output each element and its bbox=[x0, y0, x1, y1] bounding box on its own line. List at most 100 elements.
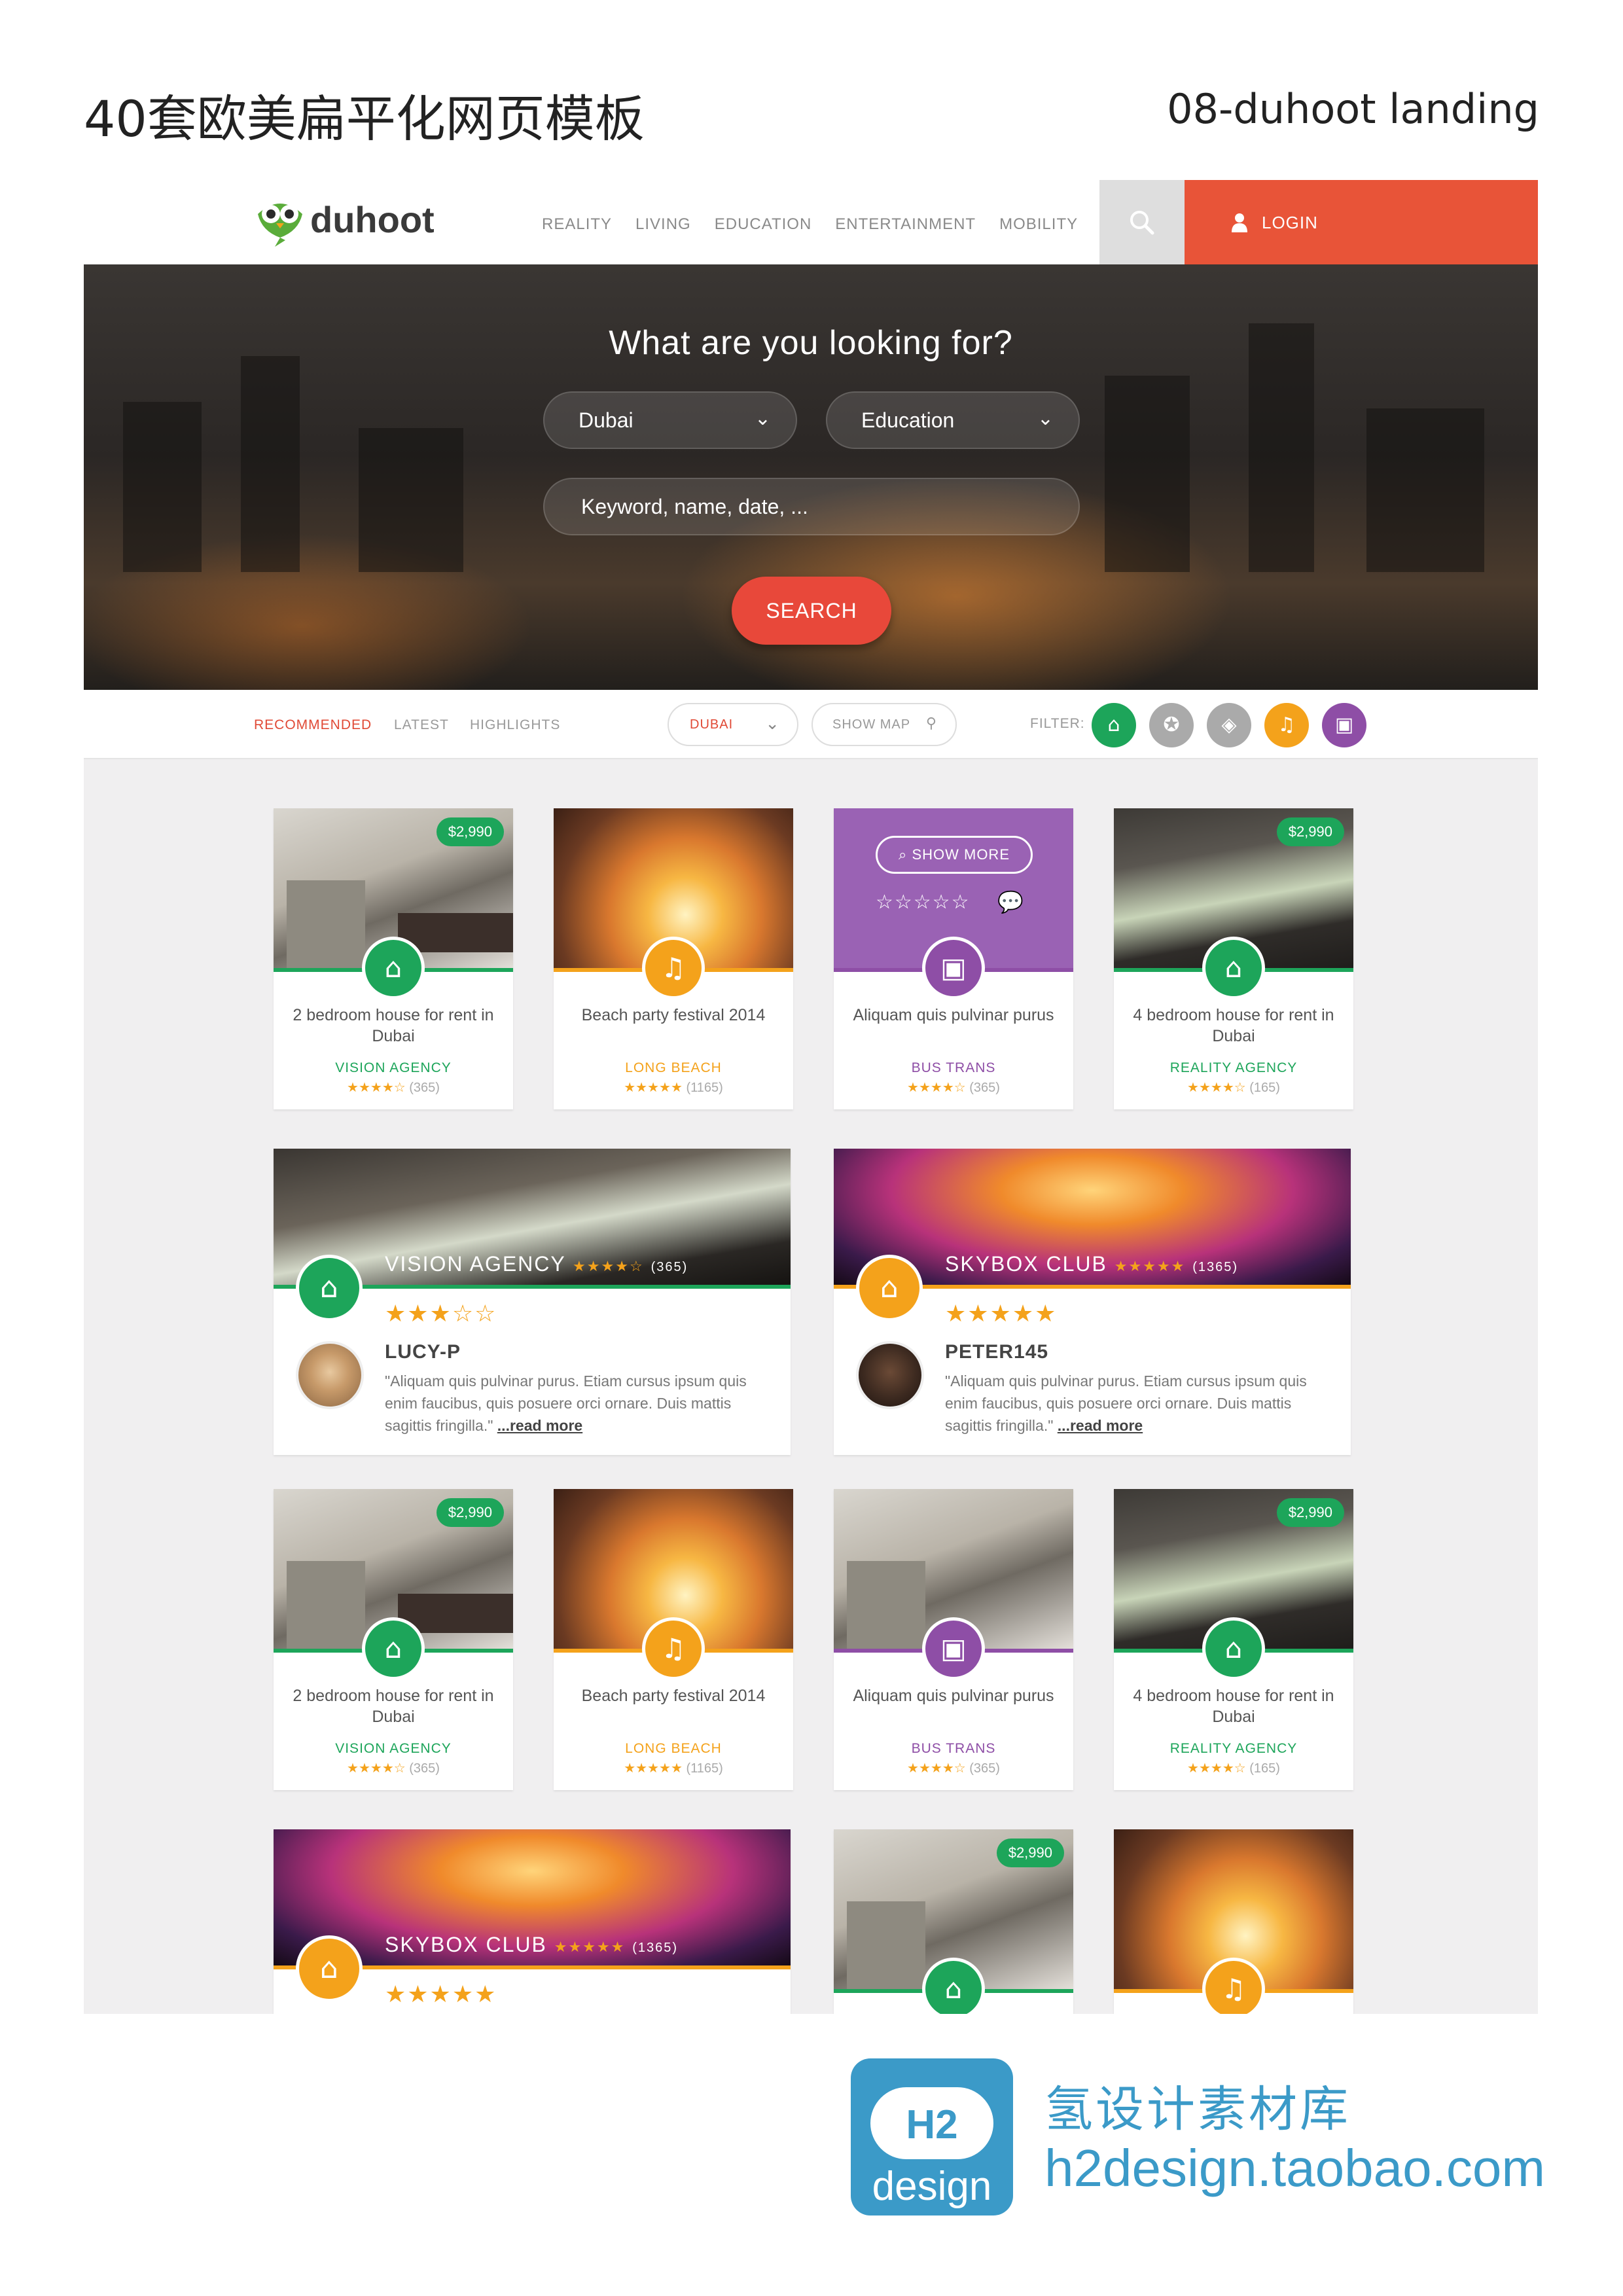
read-more-link[interactable]: ...read more bbox=[1058, 1417, 1143, 1434]
listing-card[interactable]: $2,990 ⌂ 4 bedroom house for rent in Dub… bbox=[1114, 1489, 1353, 1790]
card-agency[interactable]: VISION AGENCY bbox=[274, 1060, 513, 1076]
graduation-cap-icon: ◈ bbox=[1221, 713, 1237, 736]
login-label: LOGIN bbox=[1262, 213, 1318, 232]
listing-card[interactable]: ⌕ SHOW MORE ☆☆☆☆☆ 💬 ▣ Aliquam quis pulvi… bbox=[834, 808, 1073, 1109]
card-agency[interactable]: LONG BEACH bbox=[554, 1741, 793, 1757]
city-filter-value: DUBAI bbox=[690, 717, 734, 732]
rate-stars-icon[interactable]: ☆☆☆☆☆ bbox=[876, 891, 970, 914]
review-stars-icon: ★★★★★ bbox=[385, 1981, 497, 2008]
menu-item-education[interactable]: EDUCATION bbox=[715, 215, 812, 234]
listing-card[interactable]: $2,990 ⌂ 2 bedroom house for rent in Dub… bbox=[274, 1489, 513, 1790]
home-icon: ⌂ bbox=[296, 1255, 363, 1321]
show-more-button[interactable]: ⌕ SHOW MORE bbox=[876, 836, 1033, 874]
card-agency[interactable]: REALITY AGENCY bbox=[1114, 1741, 1353, 1757]
tab-highlights[interactable]: HIGHLIGHTS bbox=[470, 717, 560, 733]
tab-latest[interactable]: LATEST bbox=[394, 717, 449, 733]
star-rating-icon: ★★★★☆ bbox=[347, 1761, 406, 1776]
star-rating-icon: ★★★★★ bbox=[624, 1761, 683, 1776]
logo-h2-text: H2 bbox=[906, 2102, 958, 2147]
card-title[interactable]: Aliquam quis pulvinar purus bbox=[844, 1685, 1063, 1706]
listing-card[interactable]: ♫ bbox=[1114, 1829, 1353, 2014]
review-agency-name-text: SKYBOX CLUB bbox=[945, 1252, 1107, 1276]
category-select[interactable]: Education ⌄ bbox=[826, 391, 1080, 449]
listing-card[interactable]: $2,990 ⌂ 2 bedroom house for rent in Dub… bbox=[274, 808, 513, 1109]
chevron-down-icon: ⌄ bbox=[754, 408, 771, 429]
card-rating: ★★★★☆ (365) bbox=[834, 1079, 1073, 1096]
menu-item-living[interactable]: LIVING bbox=[635, 215, 691, 234]
card-title[interactable]: 4 bedroom house for rent in Dubai bbox=[1124, 1005, 1343, 1047]
logo-text[interactable]: duhoot bbox=[310, 198, 435, 241]
brand-url[interactable]: h2design.taobao.com bbox=[1044, 2138, 1545, 2198]
show-map-label: SHOW MAP bbox=[832, 717, 911, 732]
home-icon: ⌂ bbox=[1202, 1617, 1265, 1680]
star-rating-icon: ★★★★☆ bbox=[1187, 1081, 1246, 1095]
comment-icon[interactable]: 💬 bbox=[997, 889, 1024, 914]
bus-icon: ▣ bbox=[922, 937, 985, 999]
price-badge: $2,990 bbox=[996, 1839, 1064, 1867]
city-select-value: Dubai bbox=[579, 408, 633, 432]
h2design-logo: H2 design bbox=[851, 2058, 1013, 2215]
filter-entertainment-button[interactable]: ♫ bbox=[1264, 703, 1309, 747]
filter-label: FILTER: bbox=[1030, 716, 1085, 731]
search-button[interactable] bbox=[1099, 180, 1185, 264]
rating-count: (165) bbox=[1249, 1081, 1280, 1095]
avatar[interactable] bbox=[856, 1341, 924, 1409]
menu-item-mobility[interactable]: MOBILITY bbox=[999, 215, 1078, 234]
card-title[interactable]: 2 bedroom house for rent in Dubai bbox=[284, 1005, 503, 1047]
listing-card[interactable]: ♫ Beach party festival 2014 LONG BEACH ★… bbox=[554, 808, 793, 1109]
review-card[interactable]: VISION AGENCY ★★★★☆ (365) ⌂ ★★★☆☆ LUCY-P… bbox=[274, 1149, 791, 1455]
skyline-decoration bbox=[241, 356, 300, 572]
hero-search-banner: What are you looking for? Dubai ⌄ Educat… bbox=[84, 264, 1538, 690]
review-username[interactable]: LUCY-P bbox=[385, 1341, 461, 1363]
card-title[interactable]: Beach party festival 2014 bbox=[564, 1685, 783, 1706]
tab-recommended[interactable]: RECOMMENDED bbox=[254, 717, 372, 733]
login-button[interactable]: LOGIN bbox=[1185, 180, 1538, 264]
show-map-button[interactable]: SHOW MAP ⚲ bbox=[812, 703, 957, 746]
filter-education-button[interactable]: ◈ bbox=[1207, 703, 1251, 747]
avatar[interactable] bbox=[296, 1341, 364, 1409]
results-toolbar: RECOMMENDED LATEST HIGHLIGHTS DUBAI ⌄ SH… bbox=[84, 690, 1538, 759]
menu-item-reality[interactable]: REALITY bbox=[542, 215, 612, 234]
hero-title: What are you looking for? bbox=[609, 324, 1013, 362]
brand-watermark: H2 design 氢设计素材库 h2design.taobao.com bbox=[851, 2058, 1623, 2215]
city-filter-select[interactable]: DUBAI ⌄ bbox=[668, 703, 798, 746]
star-rating-icon: ★★★★★ bbox=[1114, 1258, 1186, 1274]
owl-logo-icon[interactable] bbox=[253, 194, 308, 247]
keyword-input[interactable]: Keyword, name, date, ... bbox=[543, 478, 1080, 535]
card-rating: ★★★★☆ (365) bbox=[274, 1760, 513, 1776]
card-agency[interactable]: REALITY AGENCY bbox=[1114, 1060, 1353, 1076]
card-title[interactable]: Beach party festival 2014 bbox=[564, 1005, 783, 1026]
review-agency-name: VISION AGENCY ★★★★☆ (365) bbox=[385, 1252, 688, 1276]
user-icon bbox=[1232, 213, 1247, 232]
listing-card[interactable]: ♫ Beach party festival 2014 LONG BEACH ★… bbox=[554, 1489, 793, 1790]
review-username[interactable]: PETER145 bbox=[945, 1341, 1048, 1363]
card-title[interactable]: 2 bedroom house for rent in Dubai bbox=[284, 1685, 503, 1727]
filter-living-button[interactable]: ✪ bbox=[1149, 703, 1194, 747]
filter-mobility-button[interactable]: ▣ bbox=[1322, 703, 1366, 747]
card-agency[interactable]: BUS TRANS bbox=[834, 1060, 1073, 1076]
read-more-link[interactable]: ...read more bbox=[497, 1417, 582, 1434]
card-rating: ★★★★☆ (365) bbox=[274, 1079, 513, 1096]
city-select[interactable]: Dubai ⌄ bbox=[543, 391, 797, 449]
house-photo-detail bbox=[287, 880, 365, 972]
filter-reality-button[interactable]: ⌂ bbox=[1092, 703, 1136, 747]
review-card[interactable]: SKYBOX CLUB ★★★★★ (1365) ⌂ ★★★★★ PETER14… bbox=[834, 1149, 1351, 1455]
star-rating-icon: ★★★★☆ bbox=[907, 1081, 966, 1095]
review-card[interactable]: SKYBOX CLUB ★★★★★ (1365) ⌂ ★★★★★ bbox=[274, 1829, 791, 2014]
card-agency[interactable]: LONG BEACH bbox=[554, 1060, 793, 1076]
listing-card[interactable]: $2,990 ⌂ bbox=[834, 1829, 1073, 2014]
menu-item-entertainment[interactable]: ENTERTAINMENT bbox=[835, 215, 976, 234]
card-title[interactable]: Aliquam quis pulvinar purus bbox=[844, 1005, 1063, 1026]
price-badge: $2,990 bbox=[1276, 817, 1344, 846]
search-submit-button[interactable]: SEARCH bbox=[732, 577, 891, 645]
music-icon: ♫ bbox=[1202, 1958, 1265, 2014]
skyline-decoration bbox=[359, 428, 463, 572]
listing-card[interactable]: $2,990 ⌂ 4 bedroom house for rent in Dub… bbox=[1114, 808, 1353, 1109]
brand-name: 氢设计素材库 bbox=[1044, 2081, 1351, 2138]
rating-count: (1165) bbox=[686, 1761, 723, 1776]
card-title[interactable]: 4 bedroom house for rent in Dubai bbox=[1124, 1685, 1343, 1727]
skyline-decoration bbox=[1105, 376, 1190, 572]
card-agency[interactable]: VISION AGENCY bbox=[274, 1741, 513, 1757]
card-agency[interactable]: BUS TRANS bbox=[834, 1741, 1073, 1757]
listing-card[interactable]: ▣ Aliquam quis pulvinar purus BUS TRANS … bbox=[834, 1489, 1073, 1790]
